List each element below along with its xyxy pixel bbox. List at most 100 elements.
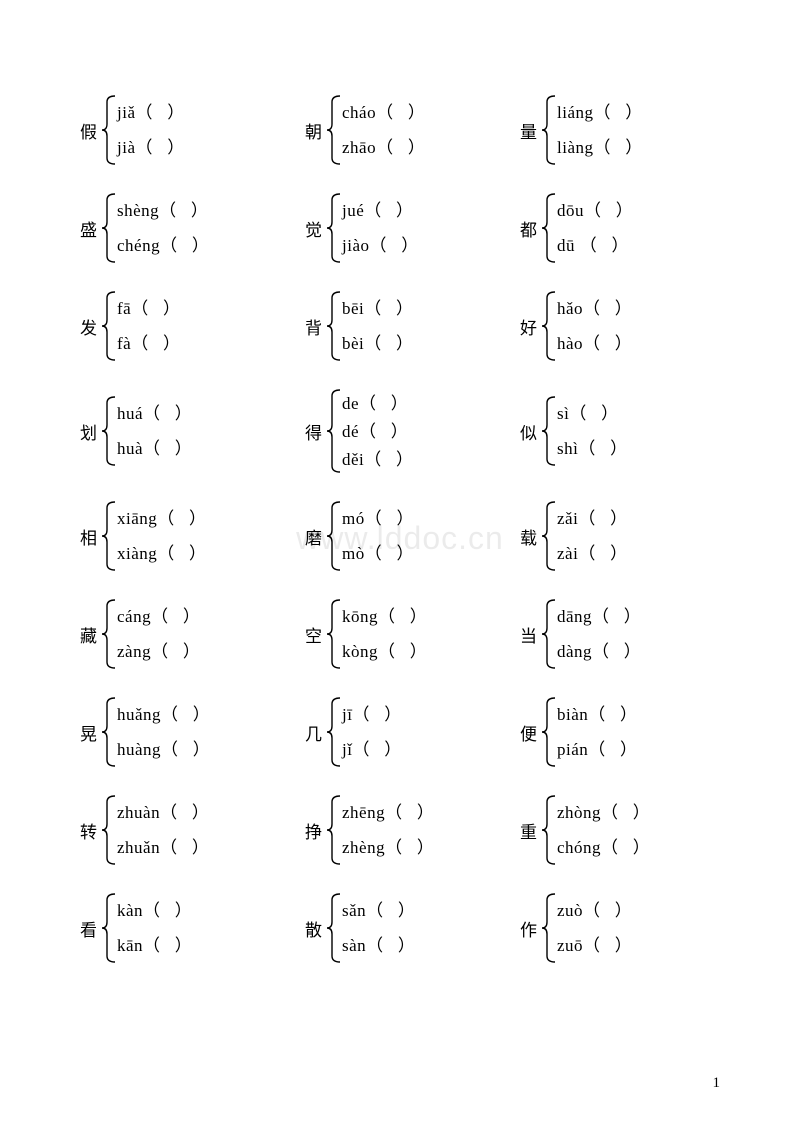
readings: hǎo（ ）hào（ ）	[555, 291, 632, 361]
reading-item: děi（ ）	[342, 451, 414, 468]
reading-item: kòng（ ）	[342, 643, 427, 660]
character: 好	[520, 314, 537, 339]
brace-group: cáng（ ）zàng（ ）	[101, 599, 200, 669]
reading-item: cháo（ ）	[342, 104, 425, 121]
readings: biàn（ ）pián（ ）	[555, 697, 638, 767]
readings: zǎi（ ）zài（ ）	[555, 501, 628, 571]
row: 藏cáng（ ）zàng（ ）空kōng（ ）kòng（ ）当dāng（ ）dà…	[80, 599, 730, 669]
brace-icon	[101, 697, 115, 767]
brace-group: dōu（ ）dū （ ）	[541, 193, 633, 263]
character: 发	[80, 314, 97, 339]
brace-icon	[326, 291, 340, 361]
reading-item: zuō（ ）	[557, 937, 632, 954]
reading-item: chéng（ ）	[117, 237, 209, 254]
brace-group: de（ ）dé（ ）děi（ ）	[326, 389, 414, 473]
readings: jué（ ）jiào（ ）	[340, 193, 419, 263]
reading-item: zuò（ ）	[557, 902, 632, 919]
reading-item: shì（ ）	[557, 440, 628, 457]
reading-item: fà（ ）	[117, 335, 180, 352]
entry: 都 dōu（ ）dū （ ）	[520, 193, 730, 263]
brace-group: zhòng（ ）chóng（ ）	[541, 795, 650, 865]
entry: 假jiǎ（ ）jià（ ）	[80, 95, 305, 165]
character: 载	[520, 524, 537, 549]
readings: cháo（ ） zhāo（ ）	[340, 95, 425, 165]
character: 当	[520, 622, 537, 647]
character: 都	[520, 216, 537, 241]
brace-group: liáng（ ） liàng（ ）	[541, 95, 643, 165]
readings: jī（ ） jǐ（ ）	[340, 697, 402, 767]
character: 空	[305, 622, 322, 647]
entry: 挣zhēng（ ）zhèng（ ）	[305, 795, 520, 865]
brace-group: cháo（ ） zhāo（ ）	[326, 95, 425, 165]
character: 作	[520, 916, 537, 941]
reading-item: liàng（ ）	[557, 139, 643, 156]
reading-item: cáng（ ）	[117, 608, 200, 625]
reading-item: huǎng（ ）	[117, 706, 210, 723]
readings: fā（ ）fà（ ）	[115, 291, 180, 361]
readings: de（ ）dé（ ）děi（ ）	[340, 389, 414, 473]
readings: zuò（ ） zuō（ ）	[555, 893, 632, 963]
brace-icon	[541, 501, 555, 571]
entry: 当 dāng（ ） dàng（ ）	[520, 599, 730, 669]
brace-group: zuò（ ） zuō（ ）	[541, 893, 632, 963]
reading-item: liáng（ ）	[557, 104, 643, 121]
readings: dōu（ ）dū （ ）	[555, 193, 633, 263]
reading-item: zhòng（ ）	[557, 804, 650, 821]
reading-item: zǎi（ ）	[557, 510, 628, 527]
brace-icon	[326, 501, 340, 571]
entry: 发 fā（ ）fà（ ）	[80, 291, 305, 361]
entry: 晃huǎng（ ）huàng（ ）	[80, 697, 305, 767]
entry: 散sǎn（ ）sàn（ ）	[305, 893, 520, 963]
brace-group: huǎng（ ）huàng（ ）	[101, 697, 210, 767]
brace-group: hǎo（ ）hào（ ）	[541, 291, 632, 361]
reading-item: bèi（ ）	[342, 335, 414, 352]
character: 背	[305, 314, 322, 339]
brace-group: zhuàn（ ）zhuǎn（ ）	[101, 795, 209, 865]
brace-group: sǎn（ ）sàn（ ）	[326, 893, 415, 963]
brace-group: mó（ ）mò（ ）	[326, 501, 414, 571]
reading-item: jià（ ）	[117, 139, 185, 156]
brace-group: bēi（ ）bèi（ ）	[326, 291, 414, 361]
row: 发 fā（ ）fà（ ） 背bēi（ ）bèi（ ） 好 hǎo（ ）hào（ ）	[80, 291, 730, 361]
character: 量	[520, 118, 537, 143]
character: 藏	[80, 622, 97, 647]
entry: 转zhuàn（ ）zhuǎn（ ）	[80, 795, 305, 865]
brace-icon	[541, 95, 555, 165]
readings: zhuàn（ ）zhuǎn（ ）	[115, 795, 209, 865]
reading-item: shèng（ ）	[117, 202, 209, 219]
reading-item: zhāo（ ）	[342, 139, 425, 156]
reading-item: zhuǎn（ ）	[117, 839, 209, 856]
brace-group: jué（ ）jiào（ ）	[326, 193, 419, 263]
row: 假jiǎ（ ）jià（ ）朝cháo（ ）zhāo（ ）量liáng（ ）lià…	[80, 95, 730, 165]
character: 散	[305, 916, 322, 941]
reading-item: dāng（ ）	[557, 608, 641, 625]
brace-icon	[101, 193, 115, 263]
readings: zhòng（ ）chóng（ ）	[555, 795, 650, 865]
readings: zhēng（ ）zhèng（ ）	[340, 795, 434, 865]
entry: 看kàn（ ）kān（ ）	[80, 893, 305, 963]
brace-icon	[326, 893, 340, 963]
brace-icon	[541, 193, 555, 263]
reading-item: de（ ）	[342, 395, 414, 412]
character: 朝	[305, 118, 322, 143]
brace-icon	[326, 95, 340, 165]
entry: 盛shèng（ ）chéng（ ）	[80, 193, 305, 263]
reading-item: zhēng（ ）	[342, 804, 434, 821]
reading-item: sàn（ ）	[342, 937, 415, 954]
reading-item: kàn（ ）	[117, 902, 192, 919]
character: 重	[520, 818, 537, 843]
reading-item: jiǎ（ ）	[117, 104, 185, 121]
reading-item: jué（ ）	[342, 202, 419, 219]
reading-item: jǐ（ ）	[342, 741, 402, 758]
entry: 划huá（ ）huà（ ）	[80, 389, 305, 473]
reading-item: dàng（ ）	[557, 643, 641, 660]
entry: 便biàn（ ）pián（ ）	[520, 697, 730, 767]
readings: jiǎ（ ） jià（ ）	[115, 95, 185, 165]
readings: cáng（ ）zàng（ ）	[115, 599, 200, 669]
character: 划	[80, 419, 97, 444]
entry: 相xiāng（ ）xiàng（ ）	[80, 501, 305, 571]
readings: xiāng（ ）xiàng（ ）	[115, 501, 207, 571]
brace-icon	[541, 396, 555, 466]
reading-item: jī（ ）	[342, 706, 402, 723]
reading-item: huà（ ）	[117, 440, 192, 457]
